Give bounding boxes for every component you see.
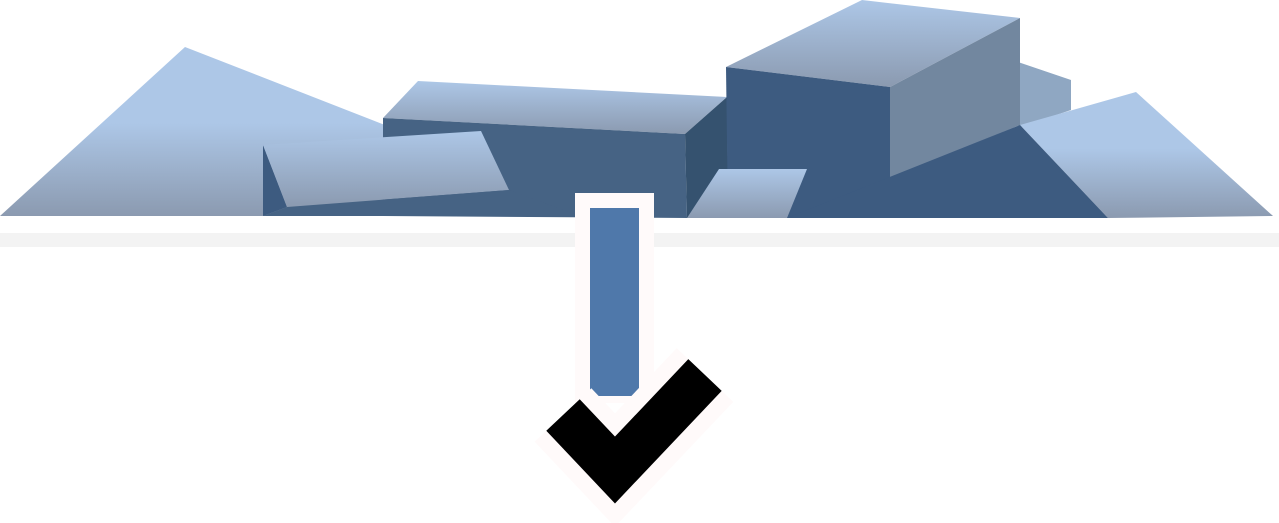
rock-check-illustration bbox=[0, 0, 1279, 523]
down-arrow-shaft-icon bbox=[575, 193, 654, 403]
arrow-shaft bbox=[590, 208, 639, 396]
rock-pile-icon bbox=[0, 0, 1273, 218]
illustration-canvas bbox=[0, 0, 1279, 523]
